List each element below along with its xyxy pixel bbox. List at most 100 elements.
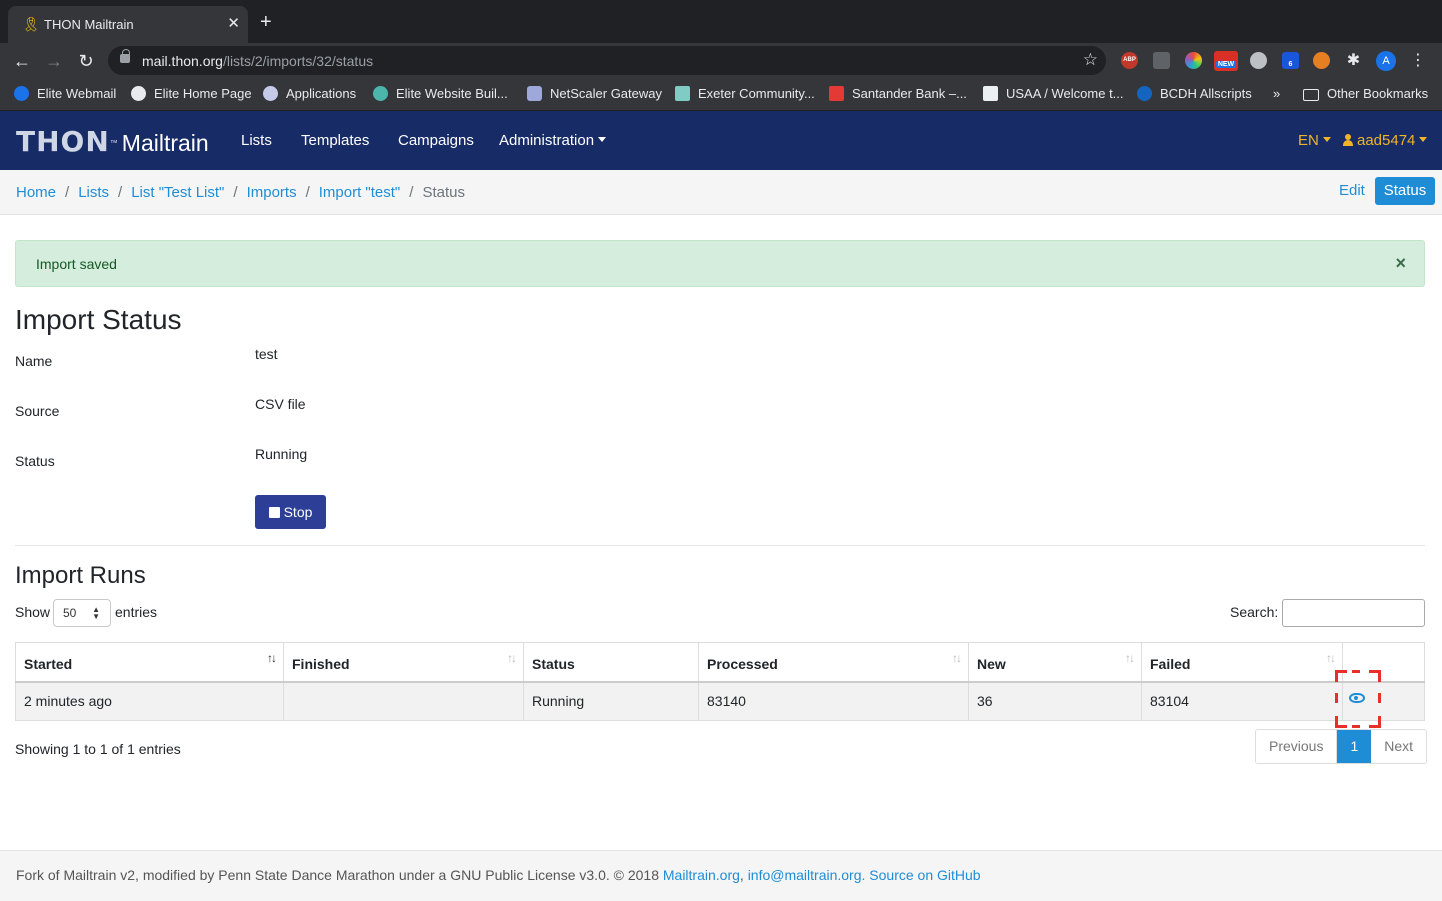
close-tab-icon[interactable]: ✕ xyxy=(227,14,240,32)
col-processed[interactable]: Processed ↑↓ xyxy=(698,642,969,683)
browser-tab[interactable]: 🎗 THON Mailtrain ✕ xyxy=(8,6,248,43)
bookmark-item[interactable]: Elite Webmail xyxy=(14,86,116,102)
language-dropdown[interactable]: EN xyxy=(1298,132,1331,149)
footer-text: Fork of Mailtrain v2, modified by Penn S… xyxy=(16,867,981,883)
more-bookmarks-chevron[interactable]: » xyxy=(1273,86,1280,102)
bookmark-star-icon[interactable]: ☆ xyxy=(1083,50,1098,70)
divider xyxy=(15,545,1425,546)
usaa-icon xyxy=(983,86,998,101)
page-footer: Fork of Mailtrain v2, modified by Penn S… xyxy=(0,850,1442,901)
cell-finished xyxy=(283,681,524,721)
show-label: Show xyxy=(15,604,51,620)
nav-templates[interactable]: Templates xyxy=(301,132,369,149)
nav-campaigns[interactable]: Campaigns xyxy=(398,132,474,149)
nav-lists[interactable]: Lists xyxy=(241,132,272,149)
select-arrows-icon: ▲ ▼ xyxy=(92,605,100,621)
bookmark-item[interactable]: Applications xyxy=(263,86,356,102)
bookmark-item[interactable]: USAA / Welcome t... xyxy=(983,86,1124,102)
import-runs-table: Started ↑↓ Finished ↑↓ Status Processed ↑↓ … xyxy=(15,642,1425,728)
cell-actions xyxy=(1335,669,1425,728)
bookmark-item[interactable]: BCDH Allscripts xyxy=(1137,86,1252,102)
view-eye-icon[interactable] xyxy=(1349,692,1365,703)
breadcrumb-home[interactable]: Home xyxy=(16,184,56,201)
col-failed[interactable]: Failed ↑↓ xyxy=(1141,642,1343,683)
globe-icon xyxy=(131,86,146,101)
status-label: Status xyxy=(15,453,55,469)
brand-logo[interactable]: THON™ Mailtrain xyxy=(16,125,209,158)
dell-icon xyxy=(1137,86,1152,101)
page-length-select[interactable]: 50 ▲ ▼ xyxy=(53,599,111,627)
col-new[interactable]: New ↑↓ xyxy=(968,642,1142,683)
forward-icon[interactable]: → xyxy=(42,49,66,73)
other-bookmarks[interactable]: Other Bookmarks xyxy=(1303,86,1428,102)
url-text[interactable]: mail.thon.org/lists/2/imports/32/status xyxy=(142,53,373,69)
ribbon-icon: 🎗 xyxy=(22,16,40,32)
bookmark-item[interactable]: Elite Website Buil... xyxy=(373,86,508,102)
bitwarden-extension-icon[interactable]: 6 xyxy=(1282,52,1299,69)
bookmark-item[interactable]: Exeter Community... xyxy=(675,86,815,102)
cell-failed: 83104 xyxy=(1141,681,1343,721)
folder-icon xyxy=(1303,89,1319,101)
status-value: Running xyxy=(255,446,308,462)
footer-github-link[interactable]: Source on GitHub xyxy=(869,867,980,883)
user-dropdown[interactable]: aad5474 xyxy=(1343,132,1428,149)
santander-icon xyxy=(829,86,844,101)
profile-avatar[interactable]: A xyxy=(1376,51,1396,71)
breadcrumb-bar: Home / Lists / List "Test List" / Imports / Impo… xyxy=(0,170,1442,215)
pagination: Previous 1 Next xyxy=(1255,729,1428,764)
nav-administration-dropdown[interactable]: Administration xyxy=(499,132,607,149)
cell-started: 2 minutes ago xyxy=(15,681,284,721)
bookmark-item[interactable]: NetScaler Gateway xyxy=(527,86,662,102)
edit-link[interactable]: Edit xyxy=(1339,182,1365,199)
name-value: test xyxy=(255,346,278,362)
menu-kebab-icon[interactable]: ⋮ xyxy=(1410,50,1426,70)
success-alert: Import saved × xyxy=(15,240,1425,287)
pagination-page-1[interactable]: 1 xyxy=(1337,730,1372,763)
back-icon[interactable]: ← xyxy=(10,49,34,73)
breadcrumb-lists[interactable]: Lists xyxy=(78,184,109,201)
pagination-previous[interactable]: Previous xyxy=(1256,730,1338,763)
import-status-heading: Import Status xyxy=(15,304,182,335)
tab-title: THON Mailtrain xyxy=(44,17,134,32)
footer-email-link[interactable]: info@mailtrain.org xyxy=(748,867,862,883)
entries-label: entries xyxy=(115,604,158,620)
search-input[interactable] xyxy=(1282,599,1425,627)
view-run-target[interactable] xyxy=(1335,669,1381,728)
new-tab-icon[interactable]: + xyxy=(260,12,272,32)
app-navbar: THON™ Mailtrain Lists Templates Campaigns… xyxy=(0,111,1442,170)
breadcrumb-import[interactable]: Import "test" xyxy=(319,184,401,201)
col-finished[interactable]: Finished ↑↓ xyxy=(283,642,524,683)
sort-icon: ↑↓ xyxy=(507,651,517,665)
pagination-next[interactable]: Next xyxy=(1371,730,1427,763)
globe-icon xyxy=(14,86,29,101)
sort-icon: ↑↓ xyxy=(952,651,962,665)
new-extension-icon[interactable]: NEW xyxy=(1214,51,1238,71)
address-bar[interactable]: mail.thon.org/lists/2/imports/32/status … xyxy=(108,46,1106,75)
col-status[interactable]: Status xyxy=(523,642,699,683)
breadcrumb-list[interactable]: List "Test List" xyxy=(131,184,224,201)
gateway-icon xyxy=(527,86,542,101)
col-started[interactable]: Started ↑↓ xyxy=(15,642,284,683)
table-info: Showing 1 to 1 of 1 entries xyxy=(15,741,181,757)
source-label: Source xyxy=(15,403,60,419)
bookmark-item[interactable]: Elite Home Page xyxy=(131,86,252,102)
settings-extension-icon[interactable] xyxy=(1250,52,1267,69)
footer-mailtrain-link[interactable]: Mailtrain.org xyxy=(663,867,740,883)
browser-tabstrip: 🎗 THON Mailtrain ✕ + xyxy=(0,0,1442,43)
bookmark-item[interactable]: Santander Bank –... xyxy=(829,86,967,102)
cell-new: 36 xyxy=(968,681,1142,721)
office-extension-icon[interactable] xyxy=(1153,52,1170,69)
stop-button[interactable]: Stop xyxy=(255,495,326,529)
cell-status: Running xyxy=(523,681,699,721)
close-alert-icon[interactable]: × xyxy=(1395,253,1406,274)
breadcrumb-imports[interactable]: Imports xyxy=(247,184,297,201)
adblock-extension-icon[interactable]: ABP xyxy=(1121,52,1138,69)
sort-icon: ↑↓ xyxy=(1125,651,1135,665)
status-button[interactable]: Status xyxy=(1375,177,1435,205)
basketball-extension-icon[interactable] xyxy=(1313,52,1330,69)
breadcrumb: Home / Lists / List "Test List" / Imports / Impo… xyxy=(16,184,465,201)
bookmarks-bar: Elite Webmail Elite Home Page Applicatio… xyxy=(0,78,1442,111)
reload-icon[interactable]: ↻ xyxy=(74,49,98,73)
color-extension-icon[interactable] xyxy=(1185,52,1202,69)
puzzle-extensions-icon[interactable]: ✱ xyxy=(1345,52,1362,69)
